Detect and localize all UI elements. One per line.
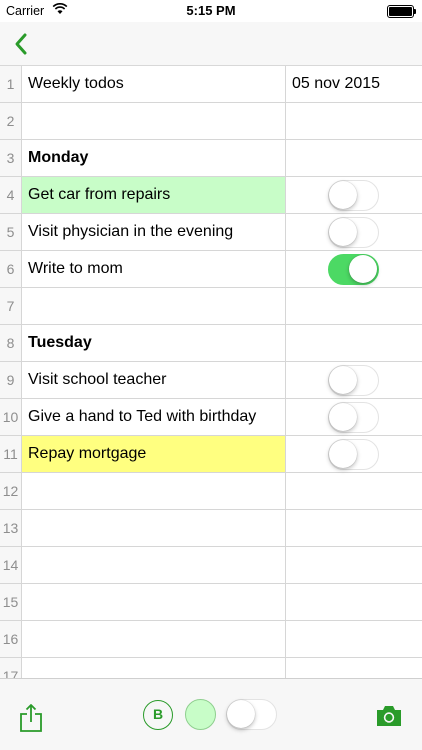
row-number: 1 (0, 66, 22, 102)
done-toggle[interactable] (328, 439, 379, 470)
row-number: 6 (0, 251, 22, 287)
cell-text[interactable] (22, 103, 286, 139)
cell-status[interactable] (286, 288, 422, 324)
toggle-knob (349, 255, 377, 283)
cell-text[interactable] (22, 621, 286, 657)
row-number: 17 (0, 658, 22, 678)
battery-icon (387, 5, 416, 18)
chevron-left-icon (15, 33, 27, 55)
cell-status (286, 436, 422, 472)
cell-todo[interactable]: Visit school teacher (22, 362, 286, 398)
table-row: 9 Visit school teacher (0, 362, 422, 399)
cell-text[interactable] (22, 288, 286, 324)
cell-todo[interactable]: Repay mortgage (22, 436, 286, 472)
table-row: 13 (0, 510, 422, 547)
cell-status[interactable] (286, 510, 422, 546)
cell-text[interactable] (22, 473, 286, 509)
row-number: 10 (0, 399, 22, 435)
toggle-knob (329, 440, 357, 468)
table-row: 10 Give a hand to Ted with birthday (0, 399, 422, 436)
toggle-knob (329, 218, 357, 246)
row-number: 14 (0, 547, 22, 583)
cell-title[interactable]: Weekly todos (22, 66, 286, 102)
cell-todo[interactable]: Visit physician in the evening (22, 214, 286, 250)
row-number: 4 (0, 177, 22, 213)
cell-todo[interactable]: Write to mom (22, 251, 286, 287)
camera-button[interactable] (375, 705, 403, 727)
row-number: 13 (0, 510, 22, 546)
cell-status[interactable] (286, 547, 422, 583)
table-row: 14 (0, 547, 422, 584)
cell-status (286, 362, 422, 398)
table-row: 5 Visit physician in the evening (0, 214, 422, 251)
cell-day-heading[interactable]: Monday (22, 140, 286, 176)
toggle-knob (227, 700, 255, 728)
todo-sheet: 1 Weekly todos 05 nov 2015 2 3 Monday 4 … (0, 66, 422, 678)
share-button[interactable] (18, 703, 44, 733)
done-toggle[interactable] (328, 217, 379, 248)
camera-icon (377, 706, 401, 726)
cell-status[interactable] (286, 473, 422, 509)
row-number: 12 (0, 473, 22, 509)
clock: 5:15 PM (186, 3, 236, 18)
cell-date[interactable]: 05 nov 2015 (286, 66, 422, 102)
table-row: 8 Tuesday (0, 325, 422, 362)
toggle-switch-button[interactable] (226, 699, 277, 730)
cell-status[interactable] (286, 621, 422, 657)
table-row: 1 Weekly todos 05 nov 2015 (0, 66, 422, 103)
toggle-knob (329, 403, 357, 431)
done-toggle[interactable] (328, 180, 379, 211)
row-number: 7 (0, 288, 22, 324)
row-number: 11 (0, 436, 22, 472)
status-bar: Carrier 5:15 PM (0, 0, 422, 22)
table-row: 7 (0, 288, 422, 325)
table-row: 16 (0, 621, 422, 658)
cell-status[interactable] (286, 658, 422, 678)
row-number: 15 (0, 584, 22, 620)
toggle-knob (329, 181, 357, 209)
table-row: 12 (0, 473, 422, 510)
cell-status (286, 214, 422, 250)
cell-status[interactable] (286, 140, 422, 176)
cell-status (286, 399, 422, 435)
row-number: 9 (0, 362, 22, 398)
toggle-knob (329, 366, 357, 394)
cell-text[interactable] (22, 584, 286, 620)
cell-status (286, 177, 422, 213)
table-row: 15 (0, 584, 422, 621)
row-number: 16 (0, 621, 22, 657)
share-icon (20, 704, 42, 732)
table-row: 17 (0, 658, 422, 678)
cell-text[interactable] (22, 547, 286, 583)
done-toggle[interactable] (328, 365, 379, 396)
row-number: 2 (0, 103, 22, 139)
done-toggle[interactable] (328, 402, 379, 433)
done-toggle[interactable] (328, 254, 379, 285)
row-number: 3 (0, 140, 22, 176)
navigation-bar (0, 22, 422, 66)
row-number: 5 (0, 214, 22, 250)
back-button[interactable] (8, 30, 36, 58)
bottom-toolbar: B (0, 678, 422, 750)
cell-text[interactable] (22, 658, 286, 678)
cell-todo[interactable]: Get car from repairs (22, 177, 286, 213)
table-row: 6 Write to mom (0, 251, 422, 288)
table-row: 2 (0, 103, 422, 140)
cell-status[interactable] (286, 103, 422, 139)
cell-text[interactable] (22, 510, 286, 546)
cell-status (286, 251, 422, 287)
table-row: 11 Repay mortgage (0, 436, 422, 473)
cell-day-heading[interactable]: Tuesday (22, 325, 286, 361)
highlight-color-button[interactable] (185, 699, 216, 730)
table-row: 4 Get car from repairs (0, 177, 422, 214)
cell-todo[interactable]: Give a hand to Ted with birthday (22, 399, 286, 435)
table-row: 3 Monday (0, 140, 422, 177)
cell-status[interactable] (286, 584, 422, 620)
row-number: 8 (0, 325, 22, 361)
cell-status[interactable] (286, 325, 422, 361)
bold-button[interactable]: B (143, 700, 173, 730)
